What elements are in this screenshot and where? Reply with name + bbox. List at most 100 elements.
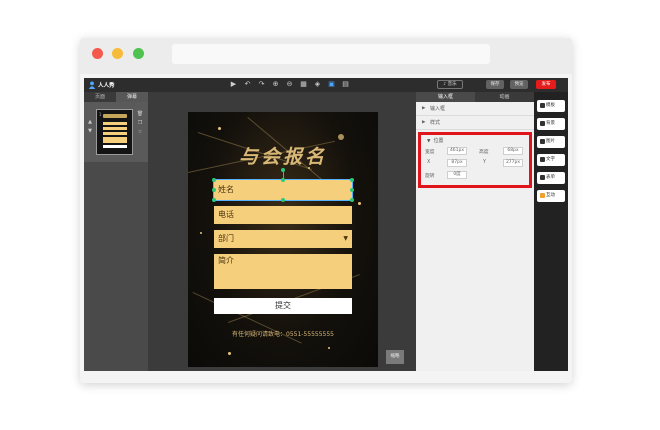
sparkle [358, 202, 361, 205]
text-icon [540, 157, 545, 162]
image-icon[interactable]: ▣ [327, 80, 336, 89]
favorite-page-icon[interactable]: ☆ [136, 128, 144, 137]
zoom-out-icon[interactable]: ⊖ [285, 80, 294, 89]
picture-icon [540, 139, 545, 144]
caret-right-icon: ▶ [422, 120, 426, 125]
intro-field-label: 简介 [218, 256, 234, 265]
department-field-label: 部门 [218, 234, 234, 243]
section-position-label: 位置 [433, 138, 444, 144]
thumb-title [103, 114, 127, 118]
tool-group: ▶ ↶ ↷ ⊕ ⊖ ▦ ◈ ▣ ▤ [229, 80, 350, 89]
resize-handle[interactable] [350, 198, 354, 202]
phone-field[interactable]: 电话 [214, 206, 352, 224]
template-icon [540, 103, 545, 108]
event-title[interactable]: 与会报名 [188, 142, 378, 169]
rotate-input[interactable]: 0度 [447, 171, 467, 179]
sparkle [338, 134, 344, 140]
page-number: 1 [99, 112, 102, 117]
page-thumbnail[interactable]: 1 [96, 109, 133, 155]
name-field[interactable]: 姓名 [213, 179, 353, 201]
height-input[interactable]: 68px [503, 147, 523, 155]
y-input[interactable]: 277px [503, 159, 523, 167]
chevron-down-icon: ▼ [343, 235, 348, 242]
property-tabs: 输入框 动画 [416, 92, 534, 102]
rotate-handle[interactable] [281, 168, 285, 172]
resize-handle[interactable] [212, 178, 216, 182]
publish-button[interactable]: 发布 [536, 80, 556, 89]
tab-danmaku[interactable]: 弹幕 [116, 92, 148, 102]
music-button[interactable]: ♪ 音乐 [437, 80, 463, 89]
resize-handle[interactable] [212, 198, 216, 202]
redo-icon[interactable]: ↷ [257, 80, 266, 89]
tab-pages[interactable]: 页面 [84, 92, 116, 102]
x-input[interactable]: 87px [447, 159, 467, 167]
interaction-button[interactable]: 互动 [537, 190, 565, 202]
copy-page-icon[interactable]: ❐ [136, 119, 144, 128]
app-logo[interactable]: 人人秀 [88, 80, 115, 90]
form-label: 表单 [546, 175, 555, 180]
thumb-field [103, 122, 127, 125]
component-toolbar: 模板 背景 图片 文字 表单 互动 [534, 92, 568, 371]
layers-icon[interactable]: ◈ [313, 80, 322, 89]
preview-button[interactable]: 预览 [510, 80, 528, 89]
resize-handle[interactable] [350, 188, 354, 192]
sparkle [228, 352, 231, 355]
text-button[interactable]: 文字 [537, 154, 565, 166]
template-button[interactable]: 模板 [537, 100, 565, 112]
position-section: ▼ 位置 宽度 461px 高度 68px X 87px Y 277px 旋转 0… [418, 132, 532, 188]
tab-animation[interactable]: 动画 [475, 92, 534, 102]
delete-page-icon[interactable]: 🗑 [136, 110, 144, 119]
address-bar[interactable] [172, 44, 490, 64]
chart-icon[interactable]: ▤ [341, 80, 350, 89]
background-icon [540, 121, 545, 126]
text-label: 文字 [546, 157, 555, 162]
section-style-label: 样式 [430, 120, 441, 126]
thumb-field [103, 137, 127, 143]
grid-icon[interactable]: ▦ [299, 80, 308, 89]
phone-field-label: 电话 [218, 210, 234, 219]
page-thumbnail-list: ▲ ▼ 1 🗑 ❐ ☆ [84, 102, 148, 162]
maximize-window-icon[interactable] [133, 48, 144, 59]
undo-icon[interactable]: ↶ [243, 80, 252, 89]
move-up-icon[interactable]: ▲ [86, 118, 94, 127]
thumbnail-toggle-button[interactable]: 缩略 [386, 350, 404, 364]
phone-canvas[interactable]: 与会报名 姓名 电话 部门 ▼ 简介 提交 有任何疑问请致电：0551-55555… [188, 112, 378, 367]
intro-textarea[interactable]: 简介 [214, 254, 352, 289]
tab-input-box[interactable]: 输入框 [416, 92, 475, 102]
close-window-icon[interactable] [92, 48, 103, 59]
editor-app: 人人秀 ▶ ↶ ↷ ⊕ ⊖ ▦ ◈ ▣ ▤ ♪ 音乐 保存 预览 发布 页面 弹… [84, 78, 568, 371]
zoom-in-icon[interactable]: ⊕ [271, 80, 280, 89]
form-icon [540, 175, 545, 180]
resize-handle[interactable] [350, 178, 354, 182]
submit-button[interactable]: 提交 [214, 298, 352, 314]
canvas-area: 与会报名 姓名 电话 部门 ▼ 简介 提交 有任何疑问请致电：0551-55555… [148, 92, 416, 371]
width-input[interactable]: 461px [447, 147, 467, 155]
thumb-actions: 🗑 ❐ ☆ [136, 110, 144, 137]
resize-handle[interactable] [281, 198, 285, 202]
move-down-icon[interactable]: ▼ [86, 127, 94, 136]
section-style[interactable]: ▶ 样式 [416, 116, 534, 130]
caret-down-icon: ▼ [427, 139, 431, 144]
section-position[interactable]: ▼ 位置 [427, 137, 443, 144]
contact-text[interactable]: 有任何疑问请致电：0551-55555555 [188, 329, 378, 338]
resize-handle[interactable] [281, 178, 285, 182]
logo-text: 人人秀 [98, 83, 115, 89]
form-button[interactable]: 表单 [537, 172, 565, 184]
interaction-label: 互动 [546, 193, 555, 198]
save-button[interactable]: 保存 [486, 80, 504, 89]
thumb-field [103, 132, 127, 135]
resize-handle[interactable] [212, 188, 216, 192]
x-label: X [427, 160, 431, 165]
section-input[interactable]: ▶ 输入框 [416, 102, 534, 116]
image-button[interactable]: 图片 [537, 136, 565, 148]
pointer-icon[interactable]: ▶ [229, 80, 238, 89]
page-panel-tabs: 页面 弹幕 [84, 92, 148, 102]
minimize-window-icon[interactable] [112, 48, 123, 59]
interaction-icon [540, 193, 545, 198]
department-select[interactable]: 部门 ▼ [214, 230, 352, 248]
browser-window: 人人秀 ▶ ↶ ↷ ⊕ ⊖ ▦ ◈ ▣ ▤ ♪ 音乐 保存 预览 发布 页面 弹… [80, 38, 572, 383]
width-label: 宽度 [425, 150, 435, 155]
background-button[interactable]: 背景 [537, 118, 565, 130]
sparkle [328, 347, 330, 349]
height-label: 高度 [479, 150, 489, 155]
